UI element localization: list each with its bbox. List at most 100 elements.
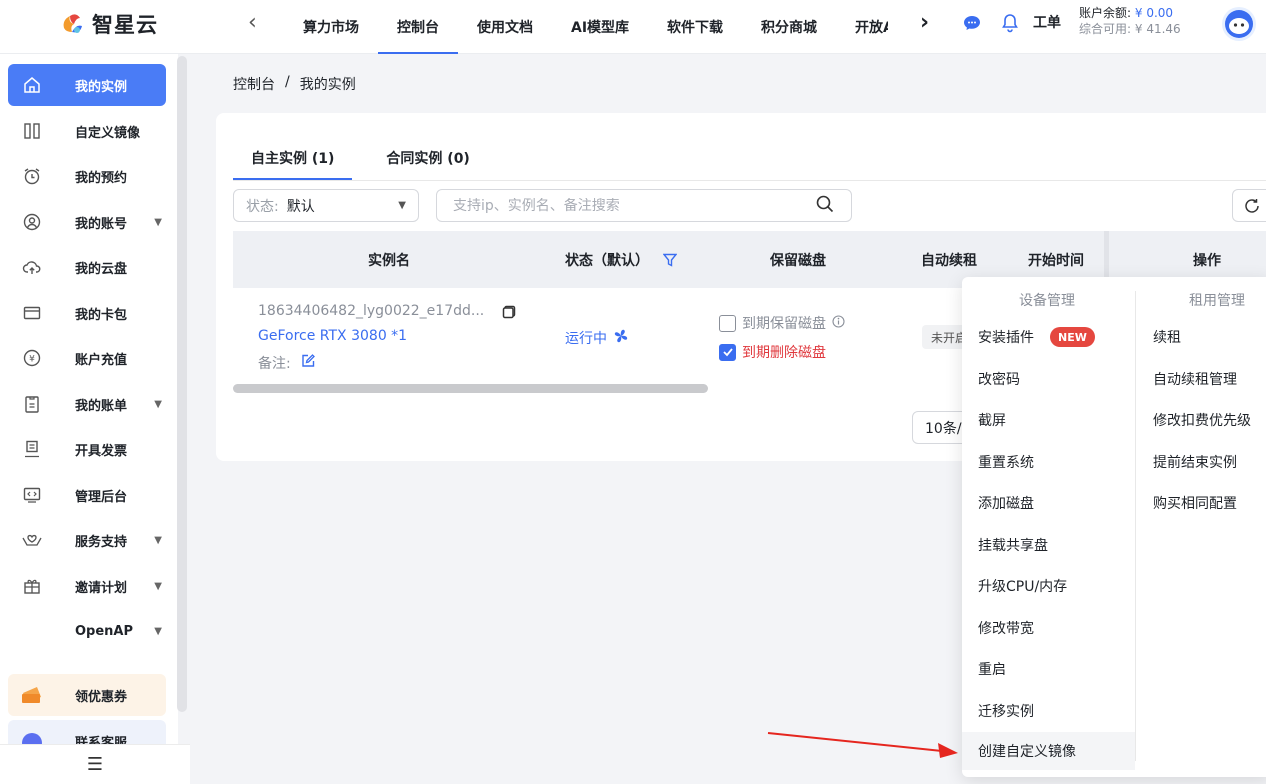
sidebar-item-account[interactable]: 我的账号 ▼ [8, 201, 166, 243]
instance-note: 备注: [258, 353, 315, 373]
edit-icon[interactable] [301, 354, 315, 372]
search-box [436, 189, 852, 222]
sidebar-item-recharge[interactable]: ¥ 账户充值 [8, 337, 166, 379]
sidebar-item-label: 管理后台 [75, 489, 128, 505]
sidebar-item-my-instances[interactable]: 我的实例 [8, 64, 166, 106]
sidebar-item-custom-images[interactable]: 自定义镜像 [8, 110, 166, 152]
delete-disk-checkbox[interactable] [719, 343, 736, 361]
status-filter-select[interactable]: 状态: 默认 ▼ [233, 189, 419, 222]
sidebar-item-bills[interactable]: 我的账单 ▼ [8, 383, 166, 425]
menu-item-end-instance-early[interactable]: 提前结束实例 [1153, 452, 1237, 472]
sidebar-item-invite[interactable]: 邀请计划 ▼ [8, 565, 166, 607]
available-label: 综合可用: [1079, 22, 1132, 36]
sidebar-item-cloud-disk[interactable]: 我的云盘 [8, 246, 166, 288]
note-label: 备注: [258, 356, 291, 372]
tabs-divider [233, 180, 1266, 181]
sidebar-item-support[interactable]: 服务支持 ▼ [8, 519, 166, 561]
nav-item-compute-market[interactable]: 算力市场 [284, 0, 378, 54]
menu-icon: ☰ [86, 754, 104, 775]
menu-item-mount-shared-disk[interactable]: 挂载共享盘 [978, 535, 1048, 555]
menu-item-restart[interactable]: 重启 [978, 659, 1006, 679]
sidebar-item-label: 我的卡包 [75, 307, 128, 323]
copy-icon[interactable] [502, 305, 516, 323]
menu-item-create-custom-image[interactable]: 创建自定义镜像 [962, 732, 1135, 770]
menu-item-reset-system[interactable]: 重置系统 [978, 452, 1034, 472]
delete-disk-option[interactable]: 到期删除磁盘 [719, 342, 826, 362]
avatar[interactable] [1222, 7, 1256, 41]
available-value: ¥ 41.46 [1134, 22, 1181, 36]
sidebar-item-label: 账户充值 [75, 352, 128, 368]
nav-item-console[interactable]: 控制台 [378, 0, 458, 54]
sidebar-item-admin[interactable]: 管理后台 [8, 474, 166, 516]
sidebar-item-openap[interactable]: OpenAP ▼ [8, 610, 166, 652]
instance-name: 18634406482_lyg0022_e17dd... [258, 303, 485, 319]
breadcrumb-root[interactable]: 控制台 [233, 74, 275, 94]
menu-item-add-disk[interactable]: 添加磁盘 [978, 493, 1034, 513]
nav-prev-arrow[interactable]: ‹ [248, 10, 257, 35]
sidebar-item-card-wallet[interactable]: 我的卡包 [8, 292, 166, 334]
instance-status: 运行中 [565, 328, 629, 348]
breadcrumb-current: 我的实例 [299, 77, 356, 93]
menu-item-change-bandwidth[interactable]: 修改带宽 [978, 618, 1034, 638]
breadcrumb: 控制台 / 我的实例 [233, 74, 356, 94]
image-icon [18, 121, 46, 141]
sidebar-item-label: 领优惠券 [75, 689, 128, 705]
delete-disk-label: 到期删除磁盘 [742, 345, 826, 361]
keep-disk-option[interactable]: 到期保留磁盘 [719, 313, 845, 333]
search-icon[interactable] [815, 194, 835, 218]
logo[interactable]: 智星云 [58, 9, 158, 39]
balance-value: ¥ 0.00 [1134, 6, 1174, 20]
menu-item-auto-renew-management[interactable]: 自动续租管理 [1153, 369, 1237, 389]
menu-item-migrate-instance[interactable]: 迁移实例 [978, 701, 1034, 721]
menu-item-install-plugin[interactable]: 安装插件 NEW [978, 327, 1095, 347]
nav-item-points-mall[interactable]: 积分商城 [742, 0, 836, 54]
tab-contract-instances[interactable]: 合同实例 (0) [386, 135, 487, 180]
menu-divider [1135, 291, 1136, 761]
chat-icon[interactable] [962, 13, 982, 37]
sidebar-item-reservations[interactable]: 我的预约 [8, 155, 166, 197]
menu-section-device-management: 设备管理 [1019, 293, 1075, 309]
nav-item-software-download[interactable]: 软件下载 [648, 0, 742, 54]
sidebar-item-label: OpenAP [75, 623, 134, 639]
home-icon [18, 75, 46, 95]
info-icon[interactable] [832, 314, 845, 332]
menu-item-renew[interactable]: 续租 [1153, 327, 1181, 347]
menu-item-screenshot[interactable]: 截屏 [978, 410, 1006, 430]
sidebar-item-invoice[interactable]: 开具发票 [8, 428, 166, 470]
refresh-button[interactable] [1232, 189, 1266, 222]
keep-disk-checkbox[interactable] [719, 314, 736, 332]
menu-item-change-deduction-priority[interactable]: 修改扣费优先级 [1153, 410, 1251, 430]
status-text: 运行中 [565, 331, 607, 347]
search-input[interactable] [453, 197, 815, 214]
nav-item-ai-models[interactable]: AI模型库 [552, 0, 648, 54]
ticket-link[interactable]: 工单 [1033, 12, 1061, 32]
column-header-status-label: 状态（默认） [565, 252, 649, 269]
sidebar: 我的实例 自定义镜像 我的预约 我的账号 ▼ 我的云盘 我的卡包 ¥ 账户充值 … [0, 54, 178, 784]
nav-next-arrow[interactable]: › [920, 10, 929, 35]
sidebar-scrollbar[interactable] [177, 56, 187, 712]
nav-item-open-platform[interactable]: 开放A [836, 0, 888, 54]
sidebar-item-coupons[interactable]: 领优惠券 [8, 674, 166, 716]
refresh-icon [1245, 198, 1259, 213]
menu-item-buy-same-config[interactable]: 购买相同配置 [1153, 493, 1237, 513]
svg-text:¥: ¥ [29, 355, 35, 365]
chevron-down-icon: ▼ [154, 534, 162, 546]
alarm-icon [18, 166, 46, 186]
keep-disk-label: 到期保留磁盘 [742, 316, 826, 332]
tab-own-instances[interactable]: 自主实例 (1) [233, 135, 353, 180]
bill-icon [18, 394, 46, 414]
collapse-menu-button[interactable]: ☰ [0, 744, 190, 784]
menu-item-change-password[interactable]: 改密码 [978, 369, 1020, 389]
table-horizontal-scrollbar[interactable] [233, 384, 708, 393]
nav-item-docs[interactable]: 使用文档 [458, 0, 552, 54]
sidebar-item-label: 我的实例 [75, 79, 128, 95]
filter-icon[interactable] [663, 253, 677, 267]
chevron-down-icon: ▼ [154, 398, 162, 410]
logo-icon [63, 14, 82, 33]
chevron-down-icon: ▼ [154, 580, 162, 592]
status-filter-label: 状态: [246, 198, 279, 215]
account-balance[interactable]: 账户余额: ¥ 0.00 综合可用: ¥ 41.46 [1079, 5, 1181, 37]
bell-icon[interactable] [1000, 12, 1020, 38]
user-icon [18, 212, 46, 232]
menu-item-upgrade-cpu-memory[interactable]: 升级CPU/内存 [978, 576, 1067, 596]
